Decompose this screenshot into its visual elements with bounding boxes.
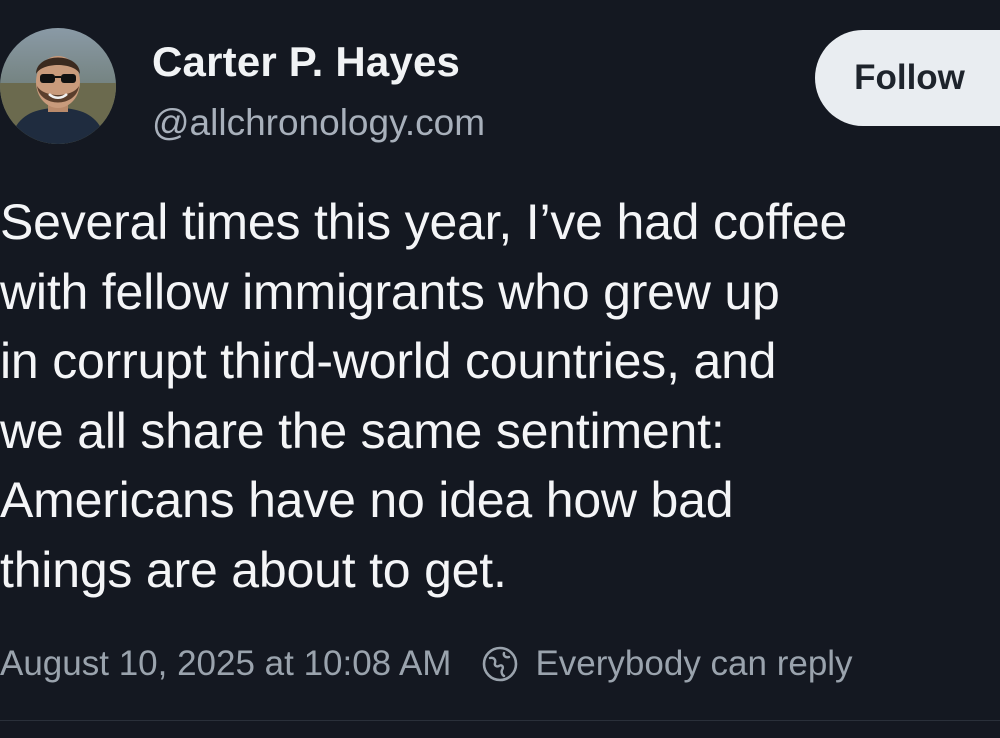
post-text: Several times this year, I’ve had coffee… [0,188,1000,605]
author-name[interactable]: Carter P. Hayes [152,38,460,86]
reply-setting-label: Everybody can reply [535,644,853,683]
post-text-line: in corrupt third-world countries, and [0,333,777,389]
divider [0,720,1000,721]
reply-setting: Everybody can reply [481,644,853,684]
post-timestamp[interactable]: August 10, 2025 at 10:08 AM [0,644,451,684]
post-meta: August 10, 2025 at 10:08 AM Everybody ca… [0,636,853,692]
post-card: Carter P. Hayes @allchronology.com Follo… [0,0,1000,738]
avatar-photo [0,28,116,144]
post-text-line: we all share the same sentiment: [0,402,725,459]
globe-icon [481,645,519,683]
post-text-line: Several times this year, I’ve had coffee [0,194,848,250]
post-text-line: things are about to get. [0,541,507,598]
author-handle[interactable]: @allchronology.com [152,102,485,144]
post-text-line: with fellow immigrants who grew up [0,263,780,320]
avatar[interactable] [0,28,116,144]
post-text-line: Americans have no idea how bad [0,472,734,528]
follow-button[interactable]: Follow [815,30,1000,126]
